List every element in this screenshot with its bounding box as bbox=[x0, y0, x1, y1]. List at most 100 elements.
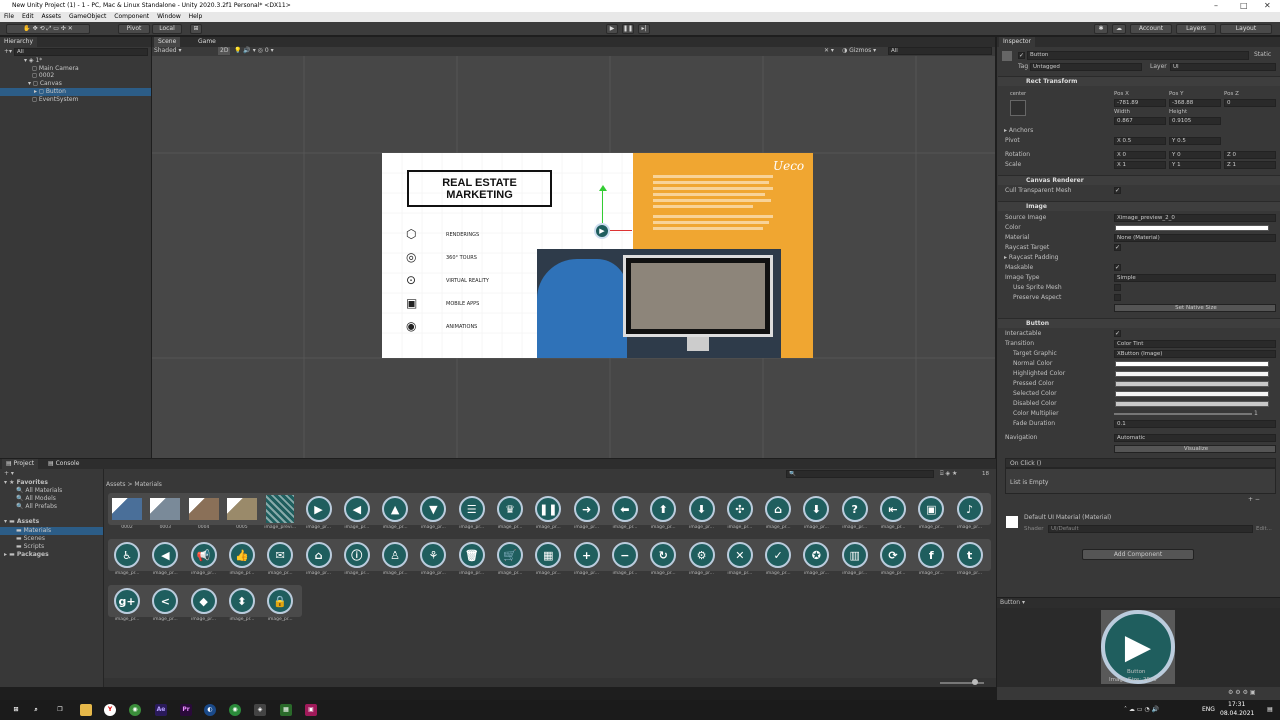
rot-z-field[interactable]: Z 0 bbox=[1224, 151, 1276, 159]
add-icon[interactable]: +▾ bbox=[4, 48, 12, 56]
asset-item[interactable]: ⌂ image_pr... bbox=[761, 495, 795, 533]
canvas-renderer-header[interactable]: Canvas Renderer bbox=[998, 175, 1280, 185]
height-field[interactable]: 0.9105 bbox=[1169, 117, 1221, 125]
asset-item[interactable]: 0002 bbox=[110, 495, 144, 533]
selected-color-swatch[interactable] bbox=[1115, 391, 1269, 397]
scene-search-input[interactable]: All bbox=[888, 47, 992, 55]
asset-item[interactable]: 📢 image_pr... bbox=[187, 541, 221, 579]
asset-item[interactable]: ⬇ image_pr... bbox=[799, 495, 833, 533]
onclick-add-remove[interactable]: + − bbox=[1248, 496, 1260, 504]
after-effects-icon[interactable]: Ae bbox=[155, 704, 167, 716]
collab-icon[interactable]: ✱ bbox=[1094, 24, 1108, 34]
asset-item[interactable]: ↻ image_pr... bbox=[646, 541, 680, 579]
asset-item[interactable]: ⚙ image_pr... bbox=[685, 541, 719, 579]
fade-duration-field[interactable]: 0.1 bbox=[1114, 420, 1276, 428]
grid-snap-icon[interactable]: ⊞ bbox=[190, 24, 202, 34]
navigation-dropdown[interactable]: Automatic bbox=[1114, 434, 1276, 442]
asset-item[interactable]: ♿ image_pr... bbox=[110, 541, 144, 579]
asset-item[interactable]: ⟳ image_pr... bbox=[876, 541, 910, 579]
app-icon[interactable]: ◉ bbox=[229, 704, 241, 716]
asset-item[interactable]: < image_pr... bbox=[148, 587, 182, 625]
scene-toggles[interactable]: 💡 🔊 ▾ ◎ 0 ▾ bbox=[234, 47, 274, 55]
breadcrumb[interactable]: Assets > Materials bbox=[106, 481, 162, 489]
menu-component[interactable]: Component bbox=[114, 13, 149, 20]
pivot-y-field[interactable]: Y 0.5 bbox=[1169, 137, 1221, 145]
menu-assets[interactable]: Assets bbox=[42, 13, 62, 20]
rot-x-field[interactable]: X 0 bbox=[1114, 151, 1166, 159]
asset-item[interactable]: − image_pr... bbox=[608, 541, 642, 579]
hierarchy-item-selected[interactable]: ▸ ◻ Button bbox=[0, 88, 151, 96]
fav-all-materials[interactable]: 🔍 All Materials bbox=[16, 487, 62, 495]
asset-item[interactable]: ⚘ image_pr... bbox=[416, 541, 450, 579]
pos-z-field[interactable]: 0 bbox=[1224, 99, 1276, 107]
asset-item[interactable]: 0003 bbox=[148, 495, 182, 533]
button-component-header[interactable]: Button bbox=[998, 318, 1280, 328]
scale-x-field[interactable]: X 1 bbox=[1114, 161, 1166, 169]
folder-materials[interactable]: ▬ Materials bbox=[0, 527, 103, 535]
hierarchy-item[interactable]: ◻ EventSystem bbox=[32, 96, 78, 104]
image-component-header[interactable]: Image bbox=[998, 201, 1280, 211]
asset-item[interactable]: ⬍ image_pr... bbox=[225, 587, 259, 625]
raycast-target-checkbox[interactable]: ✓ bbox=[1114, 244, 1121, 251]
asset-item[interactable]: ✕ image_pr... bbox=[723, 541, 757, 579]
preview-header[interactable]: Button ▾ bbox=[1000, 599, 1025, 607]
2d-toggle[interactable]: 2D bbox=[218, 47, 231, 55]
tray-icons[interactable]: ˄ ☁ ▭ ◔ 🔊 bbox=[1124, 706, 1159, 714]
asset-item[interactable]: f image_pr... bbox=[914, 541, 948, 579]
asset-item[interactable]: ? image_pr... bbox=[838, 495, 872, 533]
chrome-icon[interactable]: ◉ bbox=[129, 704, 141, 716]
windows-start-icon[interactable]: ⊞ bbox=[10, 704, 22, 716]
asset-item[interactable]: 0004 bbox=[187, 495, 221, 533]
scene-tools-icon[interactable]: ✕ ▾ bbox=[824, 47, 834, 55]
asset-item[interactable]: ☰ image_pr... bbox=[455, 495, 489, 533]
pivot-x-field[interactable]: X 0.5 bbox=[1114, 137, 1166, 145]
asset-item[interactable]: ⬆ image_pr... bbox=[646, 495, 680, 533]
add-component-button[interactable]: Add Component bbox=[1082, 549, 1194, 560]
asset-item[interactable]: ▼ image_pr... bbox=[416, 495, 450, 533]
rect-transform-header[interactable]: Rect Transform bbox=[998, 76, 1280, 86]
asset-item[interactable]: 🗑 image_pr... bbox=[455, 541, 489, 579]
menu-help[interactable]: Help bbox=[189, 13, 203, 20]
fav-all-models[interactable]: 🔍 All Models bbox=[16, 495, 56, 503]
asset-item[interactable]: ▶ image_pr... bbox=[302, 495, 336, 533]
asset-item[interactable]: ✣ image_pr... bbox=[723, 495, 757, 533]
asset-item[interactable]: ⇤ image_pr... bbox=[876, 495, 910, 533]
tab-inspector[interactable]: Inspector bbox=[999, 37, 1035, 47]
shader-dropdown[interactable]: UI/Default bbox=[1048, 525, 1253, 533]
layer-dropdown[interactable]: UI bbox=[1170, 63, 1276, 71]
yandex-browser-icon[interactable]: Y bbox=[104, 704, 116, 716]
asset-item[interactable]: ▦ image_pr... bbox=[531, 541, 565, 579]
search-icon[interactable]: ⌕ bbox=[30, 704, 42, 716]
asset-item[interactable]: ♛ image_pr... bbox=[493, 495, 527, 533]
tab-scene[interactable]: Scene bbox=[154, 37, 181, 47]
pressed-color-swatch[interactable] bbox=[1115, 381, 1269, 387]
asset-item[interactable]: ▲ image_pr... bbox=[378, 495, 412, 533]
target-graphic-field[interactable]: XButton (Image) bbox=[1114, 350, 1276, 358]
asset-item[interactable]: ✪ image_pr... bbox=[799, 541, 833, 579]
static-toggle[interactable]: Static bbox=[1254, 51, 1271, 59]
layers-dropdown[interactable]: Layers bbox=[1176, 24, 1216, 34]
cull-checkbox[interactable]: ✓ bbox=[1114, 187, 1121, 194]
thumbnail-size-handle[interactable] bbox=[972, 679, 978, 685]
app-icon[interactable]: ▦ bbox=[280, 704, 292, 716]
raycast-padding-foldout[interactable]: ▸ Raycast Padding bbox=[1004, 254, 1058, 262]
asset-item[interactable]: 👍 image_pr... bbox=[225, 541, 259, 579]
fav-all-prefabs[interactable]: 🔍 All Prefabs bbox=[16, 503, 57, 511]
asset-item[interactable]: ▥ image_pr... bbox=[838, 541, 872, 579]
asset-item[interactable]: ❚❚ image_pr... bbox=[531, 495, 565, 533]
tag-dropdown[interactable]: Untagged bbox=[1030, 63, 1142, 71]
shader-edit-button[interactable]: Edit... bbox=[1256, 525, 1272, 533]
transform-tools[interactable]: ✋ ✥ ⟲ ⤢ ▭ ✣ ✕ bbox=[6, 24, 90, 34]
asset-item[interactable]: ♙ image_pr... bbox=[378, 541, 412, 579]
pos-y-field[interactable]: -368.88 bbox=[1169, 99, 1221, 107]
folder-scenes[interactable]: ▬ Scenes bbox=[16, 535, 45, 543]
cloud-icon[interactable]: ☁ bbox=[1112, 24, 1126, 34]
tab-project[interactable]: ▤ Project bbox=[2, 459, 39, 469]
asset-item[interactable]: ▣ image_pr... bbox=[914, 495, 948, 533]
hierarchy-item[interactable]: ▾ ◻ Canvas bbox=[28, 80, 62, 88]
status-icons[interactable]: ⚙ ⚙ ⚙ ▣ bbox=[1228, 689, 1256, 697]
minimize-icon[interactable]: – bbox=[1214, 0, 1218, 12]
source-image-field[interactable]: Ximage_preview_2_0 bbox=[1114, 214, 1276, 222]
app-icon[interactable]: ◐ bbox=[204, 704, 216, 716]
unity-icon[interactable]: ◈ bbox=[254, 704, 266, 716]
